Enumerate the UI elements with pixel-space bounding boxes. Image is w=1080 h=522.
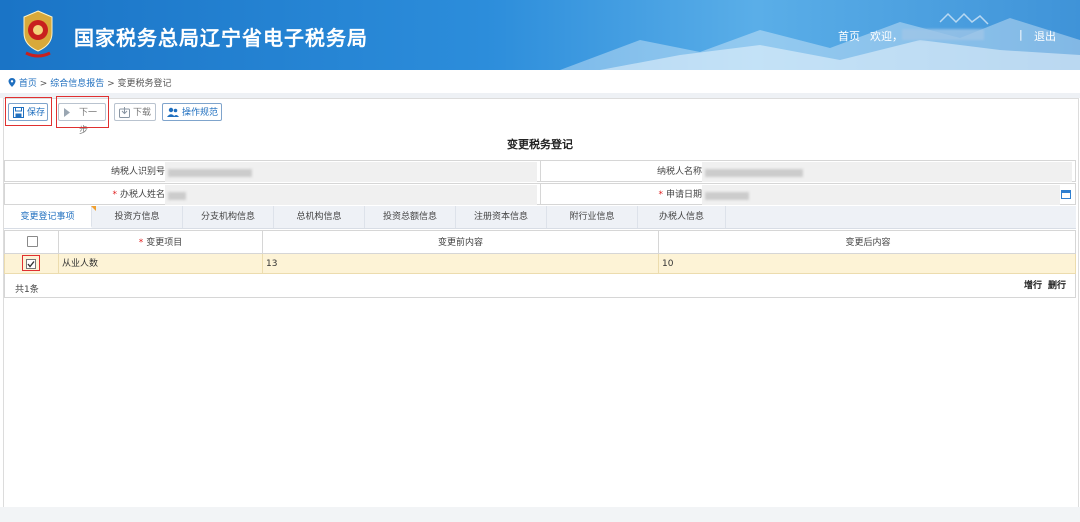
tab-registered-capital-info[interactable]: 注册资本信息	[456, 206, 547, 228]
required-mark: *	[112, 190, 117, 200]
tab-handler-info[interactable]: 办税人信息	[638, 206, 726, 228]
site-header: 国家税务总局辽宁省电子税务局 首页 欢迎， | 退出	[0, 0, 1080, 70]
form-row-taxpayer: 纳税人识别号 纳税人名称	[4, 160, 1076, 182]
breadcrumb-level1[interactable]: 综合信息报告	[50, 79, 104, 89]
add-row-button[interactable]: 增行	[1024, 278, 1042, 291]
tax-bureau-emblem-icon	[23, 10, 53, 58]
apply-date-label: * 申请日期	[545, 184, 702, 206]
taxpayer-id-label: 纳税人识别号	[110, 167, 165, 177]
header-home-link[interactable]: 首页	[838, 28, 860, 44]
table-row[interactable]: 从业人数 13 10	[4, 254, 1076, 274]
column-header-label: 变更项目	[146, 238, 183, 248]
cell-after-value[interactable]: 10	[659, 254, 1077, 273]
taxpayer-name-field	[702, 162, 1072, 182]
breadcrumb-home[interactable]: 首页	[19, 79, 37, 89]
select-all-cell	[5, 231, 59, 253]
select-all-checkbox[interactable]	[27, 236, 38, 247]
redacted-value	[168, 192, 186, 200]
tab-headquarter-info[interactable]: 总机构信息	[274, 206, 365, 228]
breadcrumb-current: 变更税务登记	[117, 79, 172, 89]
annotation-box-next	[56, 96, 109, 128]
users-icon	[167, 107, 179, 117]
tab-investor-info[interactable]: 投资方信息	[92, 206, 183, 228]
grid-footer: 共1条 增行 删行	[4, 274, 1076, 298]
user-name-redacted	[902, 29, 984, 40]
download-button[interactable]: 下载	[114, 103, 156, 121]
calendar-icon[interactable]	[1061, 189, 1071, 199]
record-count: 共1条	[15, 285, 39, 295]
logout-link[interactable]: 退出	[1034, 28, 1056, 44]
tab-sub-industry-info[interactable]: 附行业信息	[547, 206, 638, 228]
download-label: 下载	[133, 108, 152, 118]
download-icon	[119, 107, 130, 118]
location-pin-icon	[8, 78, 16, 87]
tab-branch-info[interactable]: 分支机构信息	[183, 206, 274, 228]
cell-before-value: 13	[263, 254, 659, 273]
column-header-after: 变更后内容	[845, 238, 891, 248]
column-header-change-item: * 变更项目	[59, 231, 263, 253]
apply-date-label-text: 申请日期	[665, 190, 702, 200]
handler-name-label: * 办税人姓名	[5, 184, 165, 206]
breadcrumb-separator: >	[39, 79, 48, 89]
grid-header-row: * 变更项目 变更前内容 变更后内容	[4, 230, 1076, 254]
header-welcome-text: 欢迎，	[870, 30, 903, 43]
site-title: 国家税务总局辽宁省电子税务局	[74, 26, 368, 50]
bottom-bar	[0, 507, 1080, 522]
handler-name-field[interactable]	[165, 185, 537, 205]
guide-button[interactable]: 操作规范	[162, 103, 222, 121]
annotation-box-save	[5, 97, 52, 126]
cell-change-item[interactable]: 从业人数	[59, 254, 263, 273]
tab-total-investment-info[interactable]: 投资总额信息	[365, 206, 456, 228]
taxpayer-name-label: 纳税人名称	[656, 167, 702, 177]
form-row-handler: * 办税人姓名 * 申请日期	[4, 183, 1076, 205]
guide-label: 操作规范	[182, 108, 219, 118]
delete-row-button[interactable]: 删行	[1048, 278, 1066, 291]
tab-change-items[interactable]: 变更登记事项	[4, 206, 92, 228]
tab-modified-marker	[91, 206, 96, 211]
taxpayer-id-field	[165, 162, 537, 182]
breadcrumb: 首页 > 综合信息报告 > 变更税务登记	[8, 76, 172, 89]
required-mark: *	[138, 238, 144, 248]
handler-name-label-text: 办税人姓名	[119, 190, 165, 200]
form-title: 变更税务登记	[507, 138, 573, 151]
cell-divider	[540, 184, 541, 204]
redacted-value	[705, 169, 803, 177]
annotation-box-checkbox	[22, 255, 40, 271]
tab-bar: 变更登记事项 投资方信息 分支机构信息 总机构信息 投资总额信息 注册资本信息 …	[4, 206, 1076, 229]
redacted-value	[168, 169, 252, 177]
column-header-before: 变更前内容	[263, 231, 659, 253]
row-select-cell	[5, 254, 59, 273]
header-separator: |	[1019, 28, 1023, 41]
redacted-value	[705, 192, 749, 200]
required-mark: *	[658, 190, 663, 200]
breadcrumb-separator: >	[107, 79, 115, 89]
apply-date-field[interactable]	[702, 185, 1060, 205]
cell-divider	[540, 161, 541, 181]
